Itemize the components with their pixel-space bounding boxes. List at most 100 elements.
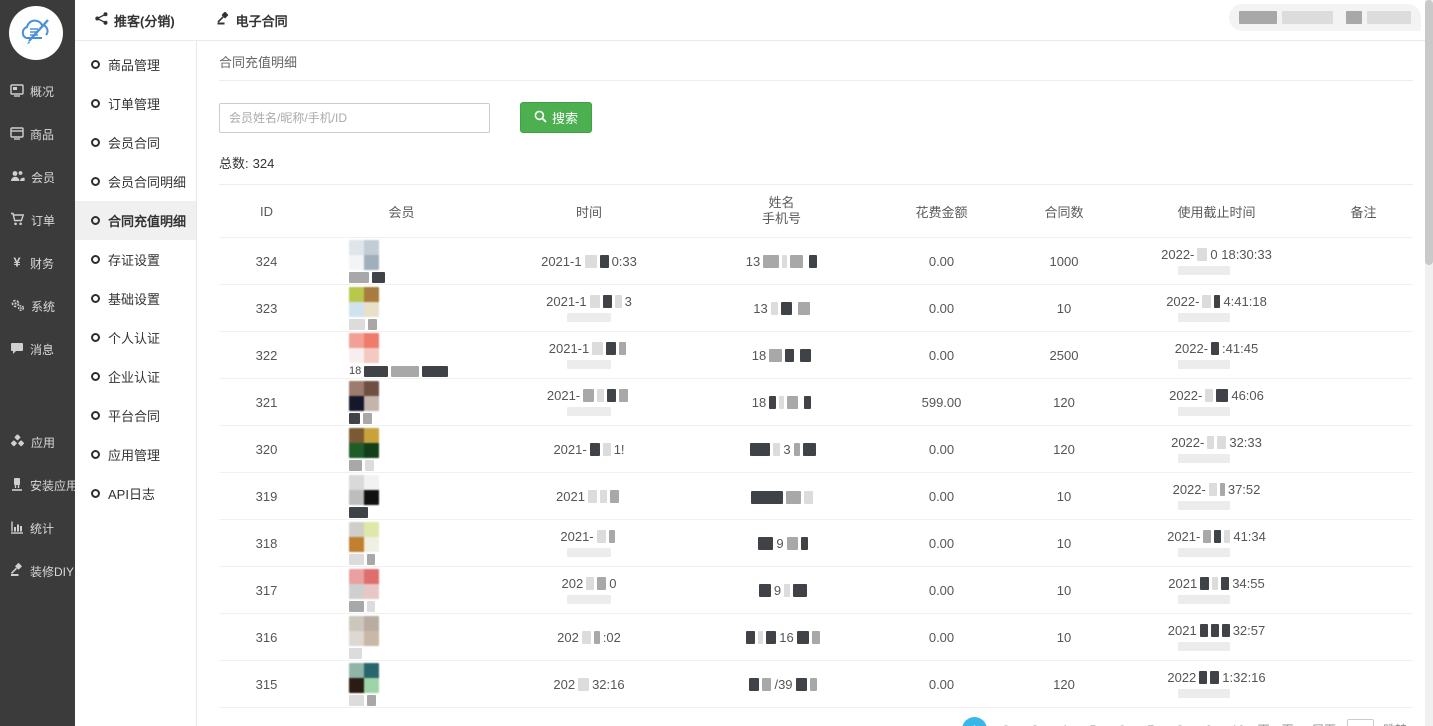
rail-item-概况[interactable]: 概况	[0, 70, 75, 113]
submenu-item-API日志[interactable]: API日志	[75, 474, 196, 513]
page-button-1[interactable]: 1	[962, 717, 987, 726]
page-button-2[interactable]: 2	[996, 723, 1016, 726]
member-avatar[interactable]	[349, 616, 379, 646]
column-header-备注: 备注	[1314, 202, 1413, 221]
rail-item-系统[interactable]: 系统	[0, 285, 75, 328]
member-name-redacted	[349, 460, 374, 471]
redacted-text	[1178, 595, 1230, 604]
cell-member	[314, 381, 489, 424]
table-row: 31520232:16/390.0012020221:32:16	[219, 661, 1413, 708]
search-input[interactable]	[219, 103, 490, 133]
member-avatar[interactable]	[349, 475, 379, 505]
next-page-button[interactable]: 下一页»	[1257, 721, 1301, 726]
cell-contract-count: 10	[1009, 630, 1119, 645]
cell-amount: 0.00	[874, 583, 1009, 598]
submenu-item-企业认证[interactable]: 企业认证	[75, 357, 196, 396]
rail-item-消息[interactable]: 消息	[0, 328, 75, 371]
submenu-item-会员合同明细[interactable]: 会员合同明细	[75, 162, 196, 201]
member-avatar[interactable]	[349, 522, 379, 552]
tab-tuike-fenxiao[interactable]: 推客(分销)	[95, 11, 175, 30]
avatar-quadrant	[364, 569, 379, 584]
rail-item-label: 财务	[30, 255, 54, 272]
redacted-text	[803, 443, 816, 456]
submenu-item-商品管理[interactable]: 商品管理	[75, 45, 196, 84]
cell-time: 2021-	[489, 529, 689, 557]
member-avatar[interactable]	[349, 663, 379, 693]
member-avatar[interactable]	[349, 569, 379, 599]
total-label: 总数:	[219, 156, 249, 171]
rail-item-商品[interactable]: 商品	[0, 113, 75, 156]
cell-contract-count: 10	[1009, 301, 1119, 316]
redacted-text	[1217, 436, 1226, 449]
rail-item-会员[interactable]: 会员	[0, 156, 75, 199]
redacted-text	[1224, 530, 1230, 543]
submenu-item-合同充值明细[interactable]: 合同充值明细	[75, 201, 196, 240]
redacted-text	[610, 490, 619, 503]
rail-item-装修DIY[interactable]: 装修DIY	[0, 550, 75, 593]
redacted-text	[746, 631, 755, 644]
submenu-item-label: 应用管理	[108, 445, 160, 464]
submenu-item-个人认证[interactable]: 个人认证	[75, 318, 196, 357]
cell-phone: 13	[689, 300, 874, 316]
redacted-text	[1239, 11, 1277, 24]
member-name-redacted	[349, 507, 368, 518]
logo[interactable]	[0, 0, 75, 70]
submenu-item-订单管理[interactable]: 订单管理	[75, 84, 196, 123]
rail-item-应用[interactable]: 应用	[0, 421, 75, 464]
member-avatar[interactable]	[349, 240, 379, 270]
radio-bullet-icon	[91, 294, 100, 303]
submenu-item-基础设置[interactable]: 基础设置	[75, 279, 196, 318]
vertical-scrollbar[interactable]	[1425, 0, 1433, 726]
avatar-quadrant	[349, 255, 364, 270]
page-button-3[interactable]: 3	[1025, 723, 1045, 726]
page-button-9[interactable]: 9	[1199, 723, 1219, 726]
rail-item-label: 系统	[31, 298, 55, 315]
avatar-quadrant	[364, 616, 379, 631]
cell-time: 2021-1	[489, 341, 689, 369]
redacted-text	[1178, 689, 1230, 698]
avatar-quadrant	[349, 396, 364, 411]
page-button-4[interactable]: 4	[1054, 723, 1074, 726]
cell-amount: 0.00	[874, 348, 1009, 363]
scrollbar-thumb[interactable]	[1425, 0, 1433, 265]
page-button-7[interactable]: 7	[1141, 723, 1161, 726]
jump-button[interactable]: 跳转	[1383, 721, 1407, 726]
submenu-item-存证设置[interactable]: 存证设置	[75, 240, 196, 279]
jump-page-input[interactable]	[1347, 719, 1374, 726]
redacted-text	[1222, 624, 1230, 637]
rail-item-安装应用[interactable]: 安装应用	[0, 464, 75, 507]
rail-item-订单[interactable]: 订单	[0, 199, 75, 242]
redacted-text	[567, 595, 611, 604]
submenu-item-会员合同[interactable]: 会员合同	[75, 123, 196, 162]
page-button-5[interactable]: 5	[1083, 723, 1103, 726]
cell-time: 202:02	[489, 630, 689, 645]
page-button-6[interactable]: 6	[1112, 723, 1132, 726]
member-avatar[interactable]	[349, 287, 379, 317]
primary-sidebar: 概况商品会员订单¥财务系统消息应用安装应用统计装修DIY	[0, 0, 75, 726]
member-name-redacted	[349, 413, 372, 424]
redacted-text	[582, 631, 591, 644]
rail-item-财务[interactable]: ¥财务	[0, 242, 75, 285]
redacted-text	[786, 491, 801, 504]
cell-amount: 0.00	[874, 442, 1009, 457]
radio-bullet-icon	[91, 372, 100, 381]
submenu-item-应用管理[interactable]: 应用管理	[75, 435, 196, 474]
search-button[interactable]: 搜索	[520, 102, 592, 133]
member-avatar[interactable]	[349, 381, 379, 411]
user-info-redacted[interactable]	[1229, 4, 1421, 31]
column-header-使用截止时间: 使用截止时间	[1119, 202, 1314, 221]
redacted-text	[804, 396, 811, 409]
member-avatar[interactable]	[349, 333, 379, 363]
rail-item-label: 安装应用	[30, 477, 78, 494]
tab-dianzi-hetong[interactable]: 电子合同	[217, 11, 288, 30]
member-avatar[interactable]	[349, 428, 379, 458]
submenu-item-平台合同[interactable]: 平台合同	[75, 396, 196, 435]
avatar-quadrant	[349, 287, 364, 302]
page-button-8[interactable]: 8	[1170, 723, 1190, 726]
cell-time: 2021-1!	[489, 442, 689, 457]
avatar-quadrant	[364, 490, 379, 505]
page-button-10[interactable]: 10	[1228, 723, 1248, 726]
rail-item-统计[interactable]: 统计	[0, 507, 75, 550]
redacted-text	[1216, 389, 1228, 402]
last-page-button[interactable]: 尾页	[1310, 721, 1338, 726]
